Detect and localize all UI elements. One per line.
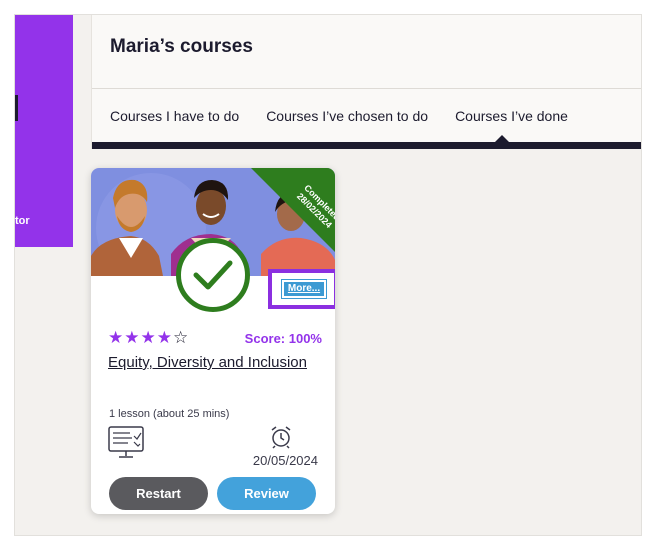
tab-courses-done[interactable]: Courses I’ve done xyxy=(455,108,568,124)
header-divider xyxy=(92,88,641,89)
star-empty-icon: ☆ xyxy=(173,328,189,347)
course-tabs: Courses I have to do Courses I’ve chosen… xyxy=(110,108,568,124)
course-card: Completed 28/02/2024 More... ★ ★ ★ ★ ☆ S… xyxy=(91,168,335,514)
review-button[interactable]: Review xyxy=(217,477,316,510)
rating-stars: ★ ★ ★ ★ ☆ xyxy=(108,329,188,347)
tab-courses-to-do[interactable]: Courses I have to do xyxy=(110,108,239,124)
app-frame: tor Maria’s courses Courses I have to do… xyxy=(14,14,642,536)
left-panel-partial-text: tor xyxy=(15,215,30,227)
course-score: Score: 100% xyxy=(244,331,322,346)
course-title-link[interactable]: Equity, Diversity and Inclusion xyxy=(108,354,307,371)
course-date: 20/05/2024 xyxy=(252,453,318,468)
page-header: Maria’s courses Courses I have to do Cou… xyxy=(91,15,641,149)
left-panel: tor xyxy=(15,15,73,247)
monitor-icon xyxy=(108,426,146,465)
more-button[interactable]: More... xyxy=(281,279,327,299)
left-panel-marker xyxy=(15,95,18,121)
check-icon xyxy=(193,260,233,290)
active-tab-caret xyxy=(495,135,509,142)
completed-check-badge xyxy=(176,238,250,312)
lesson-info: 1 lesson (about 25 mins) xyxy=(109,408,230,420)
tab-indicator-bar xyxy=(92,135,641,149)
page-title: Maria’s courses xyxy=(110,36,253,57)
star-filled-icon: ★ xyxy=(108,328,124,347)
tab-courses-chosen[interactable]: Courses I’ve chosen to do xyxy=(266,108,428,124)
star-filled-icon: ★ xyxy=(140,328,156,347)
restart-button[interactable]: Restart xyxy=(109,477,208,510)
star-filled-icon: ★ xyxy=(156,328,172,347)
star-filled-icon: ★ xyxy=(124,328,140,347)
alarm-clock-icon xyxy=(269,425,293,454)
